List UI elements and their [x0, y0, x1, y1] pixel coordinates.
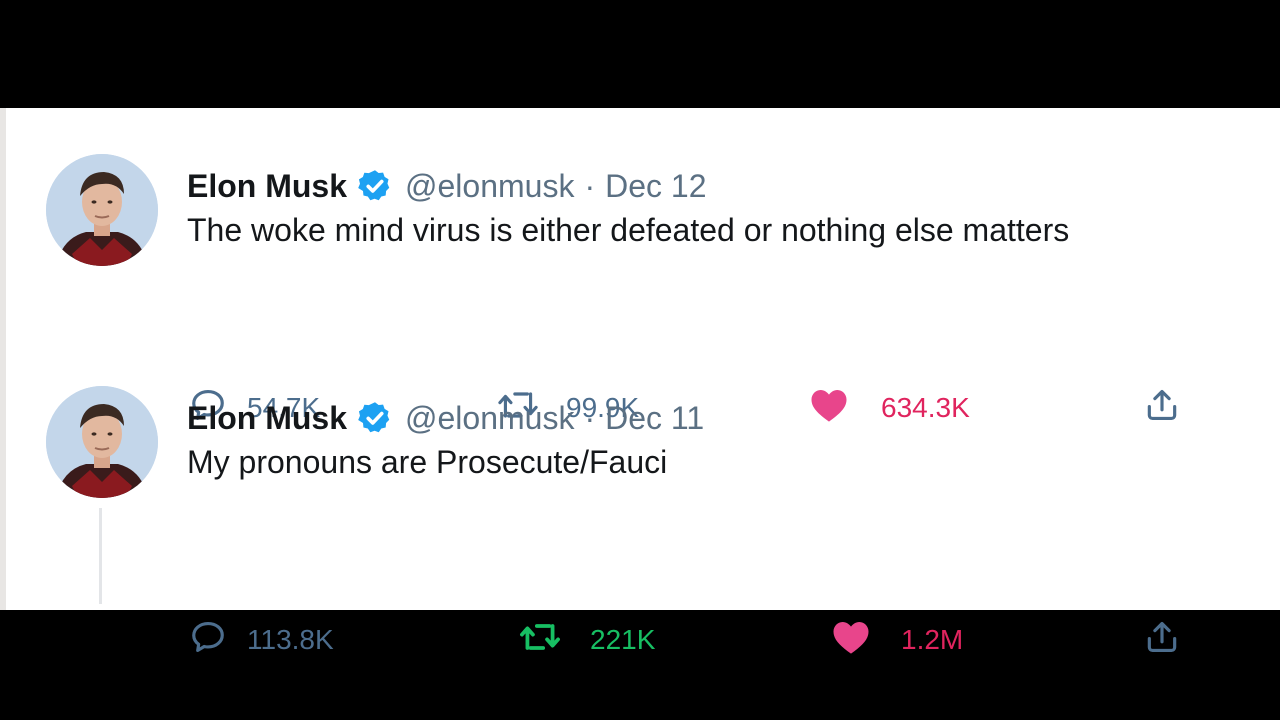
avatar[interactable] — [46, 386, 158, 498]
share-button[interactable] — [1143, 386, 1181, 429]
tweet-panel: Elon Musk @elonmusk · Dec 12 The woke mi… — [0, 108, 1280, 655]
separator: · — [584, 167, 596, 204]
handle[interactable]: @elonmusk — [405, 400, 574, 437]
tweet-text: My pronouns are Prosecute/Fauci — [187, 444, 668, 480]
handle[interactable]: @elonmusk — [405, 168, 574, 205]
heart-icon — [831, 618, 871, 661]
tweet-header: Elon Musk @elonmusk · Dec 12 — [187, 164, 707, 208]
reply-count: 113.8K — [247, 623, 334, 655]
like-count: 1.2M — [901, 623, 964, 655]
reply-button[interactable]: 113.8K — [189, 618, 334, 661]
tweet-text: The woke mind virus is either defeated o… — [187, 212, 1070, 248]
avatar[interactable] — [46, 154, 158, 266]
like-count: 634.3K — [881, 391, 970, 423]
share-icon — [1143, 386, 1181, 429]
retweet-count: 221K — [590, 623, 656, 655]
display-name[interactable]: Elon Musk — [187, 400, 347, 437]
thread-line — [99, 508, 102, 604]
panel-edge — [0, 108, 6, 610]
like-button[interactable]: 1.2M — [831, 618, 963, 661]
retweet-icon — [518, 618, 562, 661]
heart-icon — [809, 386, 849, 429]
separator: · — [584, 399, 596, 436]
timestamp[interactable]: Dec 12 — [605, 168, 706, 205]
share-button[interactable] — [1143, 618, 1181, 661]
retweet-button[interactable]: 221K — [518, 618, 655, 661]
share-icon — [1143, 618, 1181, 661]
display-name[interactable]: Elon Musk — [187, 168, 347, 205]
like-button[interactable]: 634.3K — [809, 386, 970, 429]
tweet-header: Elon Musk @elonmusk · Dec 11 — [187, 396, 704, 440]
verified-badge-icon — [357, 168, 393, 204]
verified-badge-icon — [357, 400, 393, 436]
timestamp[interactable]: Dec 11 — [605, 400, 704, 437]
reply-icon — [189, 618, 227, 661]
